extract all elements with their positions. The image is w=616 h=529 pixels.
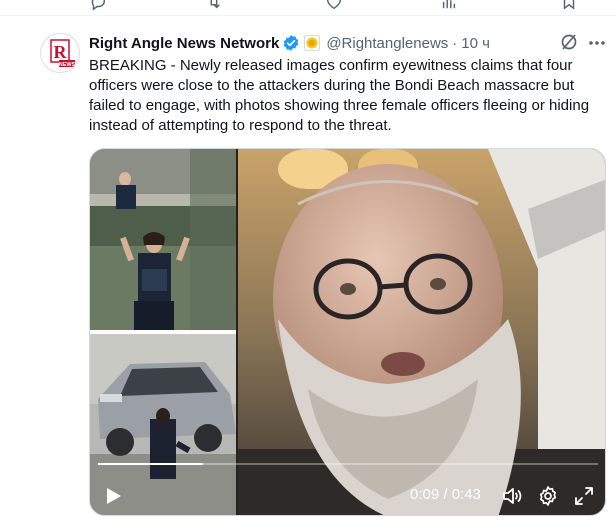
svg-text:NEWS: NEWS: [59, 62, 76, 68]
svg-text:R: R: [54, 42, 68, 62]
reply-button[interactable]: [89, 0, 113, 11]
affiliate-badge-icon[interactable]: [304, 35, 321, 51]
play-icon[interactable]: [102, 485, 124, 507]
bookmark-button[interactable]: [560, 0, 578, 11]
officer-photo[interactable]: [90, 149, 236, 330]
video-player[interactable]: 0:09 / 0:43: [89, 148, 606, 516]
media-left-column: [90, 149, 236, 515]
right-angle-news-logo: R NEWS: [41, 34, 79, 72]
video-progress-fill: [98, 463, 203, 465]
repost-button[interactable]: [205, 0, 229, 11]
fullscreen-icon[interactable]: [572, 484, 596, 508]
officer-photo-image: [90, 149, 236, 330]
video-frame-image: [238, 149, 605, 515]
views-button[interactable]: [440, 0, 464, 11]
tweet-header: Right Angle News Network @Rightanglenews…: [89, 33, 490, 53]
tweet-time[interactable]: 10 ч: [461, 35, 490, 52]
more-options-icon[interactable]: [586, 32, 608, 54]
tweet-divider: [0, 15, 616, 16]
tweet-text: BREAKING - Newly released images confirm…: [89, 57, 590, 134]
volume-icon[interactable]: [500, 484, 524, 508]
verified-badge-icon[interactable]: [282, 34, 300, 52]
reply-icon: [91, 0, 105, 11]
author-name[interactable]: Right Angle News Network: [89, 35, 279, 52]
like-button[interactable]: [325, 0, 349, 11]
bookmark-icon: [563, 0, 575, 10]
header-separator: ·: [452, 34, 458, 52]
views-icon: [442, 0, 456, 9]
avatar[interactable]: R NEWS: [40, 33, 80, 73]
video-time-readout: 0:09 / 0:43: [410, 486, 481, 503]
video-controls: 0:09 / 0:43: [90, 479, 605, 513]
video-progress-bar[interactable]: [98, 463, 598, 465]
video-frame[interactable]: [238, 149, 605, 515]
heart-icon: [326, 0, 342, 10]
repost-icon: [210, 0, 220, 9]
grok-icon[interactable]: [559, 32, 579, 52]
gear-icon[interactable]: [536, 484, 560, 508]
previous-tweet-actions: [0, 0, 616, 14]
author-handle[interactable]: @Rightanglenews: [326, 35, 448, 52]
